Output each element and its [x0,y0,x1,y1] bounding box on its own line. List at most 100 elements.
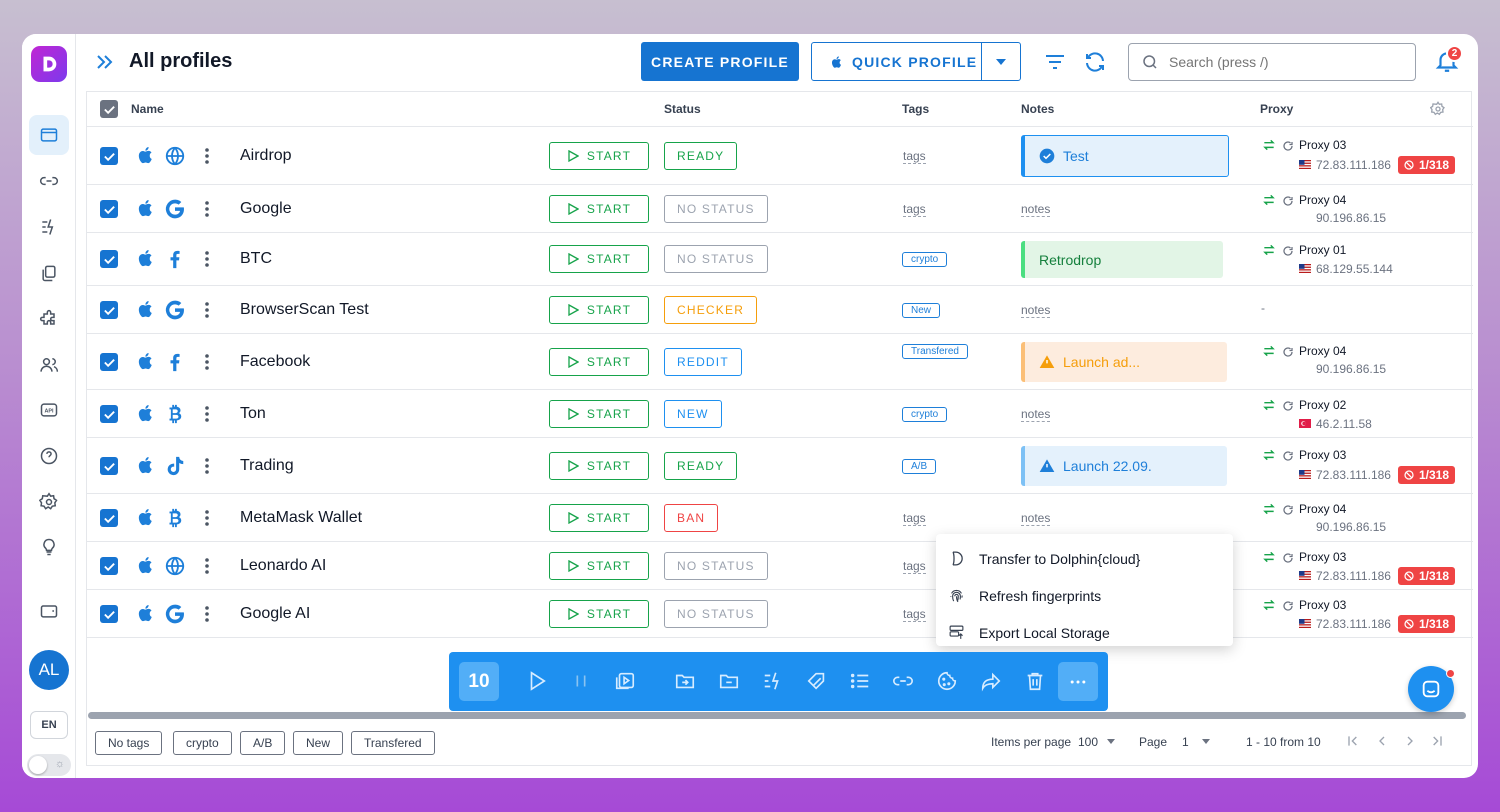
cookie-icon[interactable] [936,670,958,692]
profile-name[interactable]: Ton [240,405,266,423]
start-button[interactable]: START [549,504,649,532]
users-icon[interactable] [29,345,69,385]
header-tags[interactable]: Tags [902,102,929,116]
prev-page-icon[interactable] [1374,733,1390,749]
filter-icon[interactable] [1043,50,1067,74]
note-box[interactable]: Retrodrop [1021,241,1223,278]
items-per-page-select[interactable]: 100 [1078,735,1098,749]
start-button[interactable]: START [549,142,649,170]
tags-link[interactable]: tags [903,202,926,217]
quick-profile-button[interactable]: QUICK PROFILE [811,42,1021,81]
status-badge[interactable]: CHECKER [664,296,758,324]
profile-name[interactable]: BrowserScan Test [240,301,369,319]
tag-chip[interactable]: A/B [902,459,937,474]
status-badge[interactable]: READY [664,142,738,170]
profile-name[interactable]: Airdrop [240,147,292,165]
status-badge[interactable]: BAN [664,504,719,532]
rotate-icon[interactable] [1282,346,1294,358]
start-button[interactable]: START [549,400,649,428]
swap-icon[interactable] [1262,344,1276,358]
start-button[interactable]: START [549,452,649,480]
tag-chip[interactable]: New [902,303,941,318]
profile-name[interactable]: Trading [240,457,294,475]
search-box[interactable] [1128,43,1416,81]
automation-icon[interactable] [762,670,784,692]
start-button[interactable]: START [549,245,649,273]
swap-icon[interactable] [1262,398,1276,412]
note-box[interactable]: Test [1021,135,1229,177]
status-badge[interactable]: NEW [664,400,722,428]
rotate-icon[interactable] [1282,245,1294,257]
menu-item-export-local-storage[interactable]: Export Local Storage [936,614,1233,651]
row-checkbox[interactable] [100,200,118,218]
notes-link[interactable]: notes [1021,407,1051,422]
caret-down-icon[interactable] [1202,739,1210,744]
table-row[interactable]: Leonardo AI START NO STATUS tags Proxy 0… [87,542,1473,590]
first-page-icon[interactable] [1345,733,1361,749]
more-vertical-icon[interactable] [204,457,210,475]
status-badge[interactable]: NO STATUS [664,600,768,628]
menu-item-transfer-cloud[interactable]: Transfer to Dolphin{cloud} [936,540,1233,577]
status-badge[interactable]: REDDIT [664,348,742,376]
status-badge[interactable]: NO STATUS [664,552,768,580]
start-button[interactable]: START [549,195,649,223]
rotate-icon[interactable] [1282,400,1294,412]
rotate-icon[interactable] [1282,450,1294,462]
profile-name[interactable]: Google [240,200,292,218]
caret-down-icon[interactable] [1107,739,1115,744]
row-checkbox[interactable] [100,301,118,319]
rotate-icon[interactable] [1282,140,1294,152]
profile-name[interactable]: Leonardo AI [240,557,326,575]
quick-profile-main[interactable]: QUICK PROFILE [812,43,982,80]
more-vertical-icon[interactable] [204,509,210,527]
row-checkbox[interactable] [100,353,118,371]
row-checkbox[interactable] [100,605,118,623]
profile-name[interactable]: MetaMask Wallet [240,509,362,527]
row-checkbox[interactable] [100,557,118,575]
page-select[interactable]: 1 [1182,735,1189,749]
filter-chip-no-tags[interactable]: No tags [95,731,163,755]
row-checkbox[interactable] [100,147,118,165]
more-vertical-icon[interactable] [204,605,210,623]
start-button[interactable]: START [549,296,649,324]
table-row[interactable]: Google START NO STATUS tags notes Proxy … [87,185,1473,233]
more-actions-button[interactable] [1058,662,1098,701]
create-profile-button[interactable]: CREATE PROFILE [641,42,799,81]
api-icon[interactable]: API [29,390,69,430]
start-button[interactable]: START [549,552,649,580]
trash-icon[interactable] [1024,670,1046,692]
filter-chip-new[interactable]: New [293,731,344,755]
table-row[interactable]: Trading START READY A/B Launch 22.09. Pr… [87,438,1473,494]
more-vertical-icon[interactable] [204,405,210,423]
link-icon[interactable] [892,670,914,692]
profile-name[interactable]: BTC [240,250,272,268]
swap-icon[interactable] [1262,448,1276,462]
language-switch[interactable]: EN [30,711,68,739]
theme-toggle[interactable]: ☼ [27,754,71,776]
refresh-icon[interactable] [1083,50,1107,74]
share-icon[interactable] [980,670,1002,692]
quick-profile-dropdown[interactable] [982,58,1020,65]
start-button[interactable]: START [549,600,649,628]
note-box[interactable]: Launch ad... [1021,342,1227,382]
link-icon[interactable] [29,161,69,201]
swap-icon[interactable] [1262,243,1276,257]
tag-icon[interactable] [806,670,828,692]
table-row[interactable]: BrowserScan Test START CHECKER New notes… [87,286,1473,334]
folder-remove-icon[interactable] [718,670,740,692]
last-page-icon[interactable] [1429,733,1445,749]
start-button[interactable]: START [549,348,649,376]
more-vertical-icon[interactable] [204,301,210,319]
swap-icon[interactable] [1262,502,1276,516]
search-input[interactable] [1169,54,1399,70]
tag-chip[interactable]: crypto [902,407,948,422]
horizontal-scrollbar[interactable] [88,712,1466,719]
profile-name[interactable]: Google AI [240,605,310,623]
select-all-checkbox[interactable] [100,100,118,118]
swap-icon[interactable] [1262,138,1276,152]
menu-item-refresh-fingerprints[interactable]: Refresh fingerprints [936,577,1233,614]
more-vertical-icon[interactable] [204,557,210,575]
status-badge[interactable]: READY [664,452,738,480]
swap-icon[interactable] [1262,193,1276,207]
status-badge[interactable]: NO STATUS [664,195,768,223]
